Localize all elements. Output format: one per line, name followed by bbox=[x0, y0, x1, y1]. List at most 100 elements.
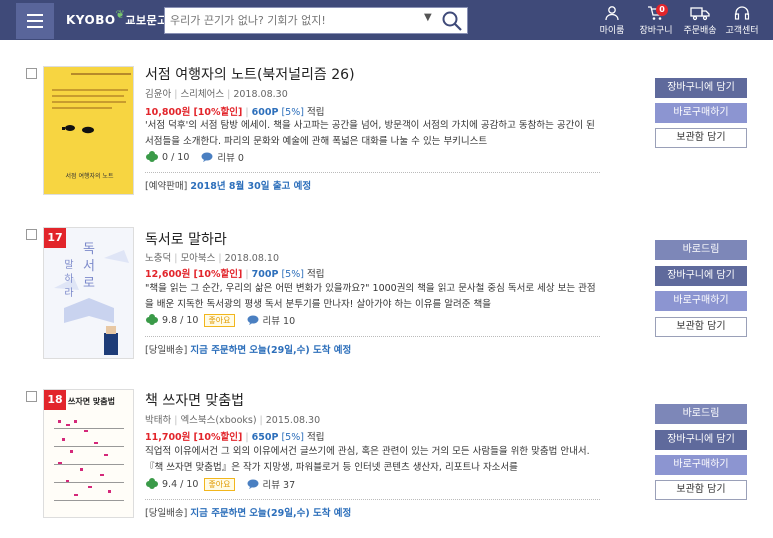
menu-line-icon bbox=[27, 20, 43, 22]
truck-icon bbox=[690, 7, 710, 21]
rank-badge: 17 bbox=[44, 228, 66, 248]
buy-now-button[interactable]: 바로구매하기 bbox=[655, 291, 747, 311]
rating-row: 9.4 / 10 좋아요 리뷰 37 bbox=[145, 477, 295, 491]
publisher[interactable]: 모아북스 bbox=[180, 253, 215, 264]
review-bubble-icon bbox=[247, 479, 259, 489]
point-amount: 700P bbox=[251, 269, 279, 280]
review-bubble-icon bbox=[247, 315, 259, 325]
add-to-cart-button[interactable]: 장바구니에 담기 bbox=[655, 430, 747, 450]
nav-cart[interactable]: 0 장바구니 bbox=[636, 3, 676, 39]
book-checkbox[interactable] bbox=[26, 229, 37, 240]
save-to-wishlist-button[interactable]: 보관함 담기 bbox=[655, 128, 747, 148]
arrival-text: 오늘(29일,수) 도착 예정 bbox=[249, 508, 352, 519]
clover-icon bbox=[146, 151, 158, 162]
cover-title: 서점 여행자의 노트 bbox=[65, 173, 114, 180]
buy-now-button[interactable]: 바로구매하기 bbox=[655, 103, 747, 123]
book-title[interactable]: 서점 여행자의 노트(북저널리즘 26) bbox=[145, 64, 355, 84]
price-line: 10,800원 [10%할인] | 600P [5%] 적립 bbox=[145, 107, 325, 118]
shipping-info: [당일배송] 지금 주문하면 오늘(29일,수) 도착 예정 bbox=[145, 342, 351, 356]
author[interactable]: 박태하 bbox=[145, 415, 171, 426]
cart-count-badge: 0 bbox=[656, 4, 668, 16]
divider bbox=[145, 336, 600, 337]
shipping-info: [예약판매] 2018년 8월 30일 출고 예정 bbox=[145, 178, 311, 192]
svg-text:라: 라 bbox=[64, 287, 73, 299]
pub-date: 2018.08.10 bbox=[224, 253, 280, 264]
top-header: KYOBO❦교보문고 ▼ 마이룸 0 장바구니 주문배송 bbox=[0, 0, 773, 40]
clover-icon bbox=[146, 314, 158, 325]
add-to-cart-button[interactable]: 장바구니에 담기 bbox=[655, 78, 747, 98]
hamburger-menu-button[interactable] bbox=[16, 3, 54, 39]
nav-label: 주문배송 bbox=[683, 26, 717, 36]
divider bbox=[145, 499, 600, 500]
search-input[interactable] bbox=[170, 10, 415, 31]
nav-label: 마이룸 bbox=[599, 26, 625, 36]
rank-badge: 18 bbox=[44, 390, 66, 410]
point-rate: [5%] bbox=[281, 269, 304, 280]
book-cover[interactable]: 16 서점 여행자의 노트 bbox=[43, 66, 134, 195]
svg-text:독: 독 bbox=[83, 242, 95, 257]
kyobo-logo[interactable]: KYOBO❦교보문고 bbox=[66, 8, 168, 28]
arrival-text: 오늘(29일,수) 도착 예정 bbox=[249, 345, 352, 356]
author[interactable]: 김윤아 bbox=[145, 89, 171, 100]
review-count[interactable]: 리뷰 37 bbox=[263, 477, 296, 491]
book-description: '서점 덕후'의 서점 탐방 에세이. 책을 사고파는 공간을 넘어, 방문객이… bbox=[145, 120, 595, 147]
svg-text:말: 말 bbox=[64, 259, 73, 271]
book-meta: 박태하 | 엑스북스(xbooks) | 2015.08.30 bbox=[145, 415, 321, 426]
point-label: 적립 bbox=[306, 107, 325, 118]
search-dropdown-icon[interactable]: ▼ bbox=[424, 12, 432, 23]
review-count[interactable]: 리뷰 10 bbox=[263, 313, 296, 327]
nav-label: 장바구니 bbox=[639, 26, 673, 36]
price-line: 12,600원 [10%할인] | 700P [5%] 적립 bbox=[145, 269, 325, 280]
book-checkbox[interactable] bbox=[26, 391, 37, 402]
divider bbox=[145, 172, 600, 173]
review-count[interactable]: 리뷰 0 bbox=[217, 150, 244, 164]
point-label: 적립 bbox=[306, 432, 325, 443]
rating-row: 0 / 10 리뷰 0 bbox=[145, 150, 244, 164]
nav-label: 고객센터 bbox=[725, 26, 759, 36]
shipping-label: [당일배송] bbox=[145, 345, 188, 356]
book-cover[interactable]: 독 서 로 말 하 라 17 bbox=[43, 227, 134, 359]
search-icon[interactable] bbox=[441, 10, 463, 32]
book-title[interactable]: 독서로 말하라 bbox=[145, 229, 227, 249]
sale-price: 11,700원 bbox=[145, 432, 191, 443]
rating-score: 9.4 / 10 bbox=[162, 478, 199, 490]
publisher[interactable]: 엑스북스(xbooks) bbox=[180, 415, 256, 426]
nav-order-delivery[interactable]: 주문배송 bbox=[680, 3, 720, 39]
buy-now-button[interactable]: 바로구매하기 bbox=[655, 455, 747, 475]
discount-rate: [10%할인] bbox=[193, 432, 243, 443]
svg-text:로: 로 bbox=[83, 276, 95, 291]
pub-date: 2018.08.30 bbox=[233, 89, 288, 100]
search-box: ▼ bbox=[164, 7, 468, 34]
svg-text:서: 서 bbox=[83, 259, 95, 274]
logo-text: KYOBO bbox=[66, 13, 116, 27]
like-badge: 좋아요 bbox=[204, 313, 235, 327]
leaf-icon: ❦ bbox=[115, 8, 126, 21]
clover-icon bbox=[146, 478, 158, 489]
save-to-wishlist-button[interactable]: 보관함 담기 bbox=[655, 480, 747, 500]
book-cover[interactable]: 쓰자면 맞춤법 18 bbox=[43, 389, 134, 518]
book-description: "책을 읽는 그 순간, 우리의 삶은 어떤 변화가 있을까요?" 1000권의… bbox=[145, 283, 596, 310]
baro-dream-button[interactable]: 바로드림 bbox=[655, 240, 747, 260]
book-checkbox[interactable] bbox=[26, 68, 37, 79]
cover-title: 쓰자면 맞춤법 bbox=[68, 397, 115, 406]
shipping-text: 지금 주문하면 bbox=[190, 508, 247, 519]
review-bubble-icon bbox=[201, 152, 213, 162]
discount-rate: [10%할인] bbox=[193, 107, 243, 118]
author[interactable]: 노충덕 bbox=[145, 253, 171, 264]
point-amount: 600P bbox=[251, 107, 279, 118]
headset-icon bbox=[734, 6, 750, 20]
shipping-info: [당일배송] 지금 주문하면 오늘(29일,수) 도착 예정 bbox=[145, 505, 351, 519]
publisher[interactable]: 스리체어스 bbox=[180, 89, 224, 100]
baro-dream-button[interactable]: 바로드림 bbox=[655, 404, 747, 424]
book-meta: 김윤아 | 스리체어스 | 2018.08.30 bbox=[145, 89, 288, 100]
point-amount: 650P bbox=[251, 432, 279, 443]
discount-rate: [10%할인] bbox=[193, 269, 243, 280]
price-line: 11,700원 [10%할인] | 650P [5%] 적립 bbox=[145, 432, 325, 443]
book-title[interactable]: 책 쓰자면 맞춤법 bbox=[145, 390, 244, 410]
nav-customer-center[interactable]: 고객센터 bbox=[722, 3, 762, 39]
nav-myroom[interactable]: 마이룸 bbox=[596, 3, 628, 39]
svg-text:하: 하 bbox=[64, 272, 73, 285]
menu-line-icon bbox=[27, 26, 43, 28]
save-to-wishlist-button[interactable]: 보관함 담기 bbox=[655, 317, 747, 337]
add-to-cart-button[interactable]: 장바구니에 담기 bbox=[655, 266, 747, 286]
